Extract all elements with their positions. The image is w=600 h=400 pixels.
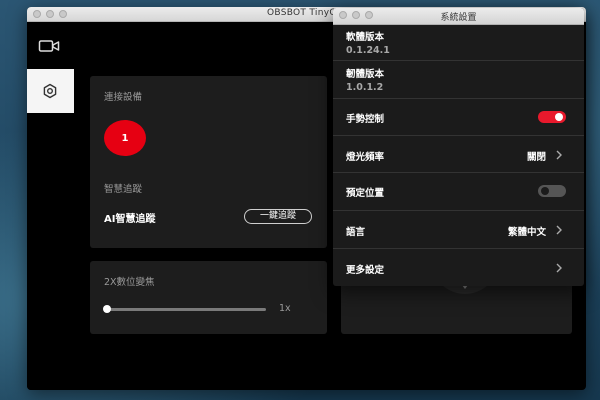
flicker-frequency-label: 燈光頻率 (346, 152, 385, 163)
toggle-knob (541, 187, 549, 195)
chevron-right-icon (556, 263, 562, 273)
minimize-window-button[interactable] (46, 10, 54, 18)
firmware-version-row: 韌體版本 1.0.1.2 (333, 63, 584, 97)
settings-hexagon-icon (43, 83, 57, 99)
zoom-slider-track[interactable] (106, 308, 266, 311)
chevron-right-icon (556, 150, 562, 160)
software-version-label: 軟體版本 (346, 32, 385, 43)
chevron-right-icon (556, 225, 562, 235)
close-window-button[interactable] (33, 10, 41, 18)
sidebar (27, 22, 74, 390)
sidebar-item-camera[interactable] (38, 38, 62, 56)
software-version-value: 0.1.24.1 (346, 45, 390, 56)
language-value: 繁體中文 (507, 227, 546, 238)
gesture-control-toggle[interactable] (538, 111, 566, 123)
device-card: 連接設備 1 智慧追蹤 AI智慧追蹤 一鍵追蹤 (90, 76, 327, 248)
more-settings-row[interactable]: 更多設定 (333, 249, 584, 285)
firmware-version-value: 1.0.1.2 (346, 82, 384, 93)
flicker-frequency-row[interactable]: 燈光頻率 關閉 (333, 136, 584, 172)
device-selector[interactable]: 1 (104, 120, 146, 156)
language-row[interactable]: 語言 繁體中文 (333, 211, 584, 247)
gesture-control-row: 手勢控制 (333, 99, 584, 135)
digital-zoom-title: 2X數位變焦 (104, 277, 155, 288)
one-click-tracking-button[interactable]: 一鍵追蹤 (244, 209, 312, 224)
zoom-slider-thumb[interactable] (103, 305, 111, 313)
dialog-title: 系統設置 (440, 13, 477, 23)
divider (333, 60, 584, 61)
software-version-row: 軟體版本 0.1.24.1 (333, 26, 584, 60)
preset-position-toggle[interactable] (538, 185, 566, 197)
language-label: 語言 (346, 227, 366, 238)
toggle-knob (555, 113, 563, 121)
system-settings-dialog: 系統設置 軟體版本 0.1.24.1 韌體版本 1.0.1.2 手勢控制 燈光頻… (333, 8, 584, 286)
preset-position-label: 預定位置 (346, 188, 385, 199)
firmware-version-label: 韌體版本 (346, 69, 385, 80)
connected-device-title: 連接設備 (104, 92, 143, 103)
sidebar-item-settings[interactable] (27, 69, 74, 113)
camera-icon (38, 40, 60, 52)
gesture-control-label: 手勢控制 (346, 114, 385, 125)
more-settings-label: 更多設定 (346, 265, 385, 276)
digital-zoom-card: 2X數位變焦 1x (90, 261, 327, 334)
smart-tracking-title: 智慧追蹤 (104, 184, 143, 195)
zoom-window-button[interactable] (59, 10, 67, 18)
dialog-titlebar: 系統設置 (333, 8, 584, 25)
flicker-frequency-value: 關閉 (526, 152, 546, 163)
zoom-value: 1x (279, 303, 291, 314)
window-title: OBSBOT TinyC (267, 8, 336, 18)
ai-tracking-label: AI智慧追蹤 (104, 214, 156, 225)
preset-position-row: 預定位置 (333, 173, 584, 209)
device-number: 1 (121, 132, 129, 144)
